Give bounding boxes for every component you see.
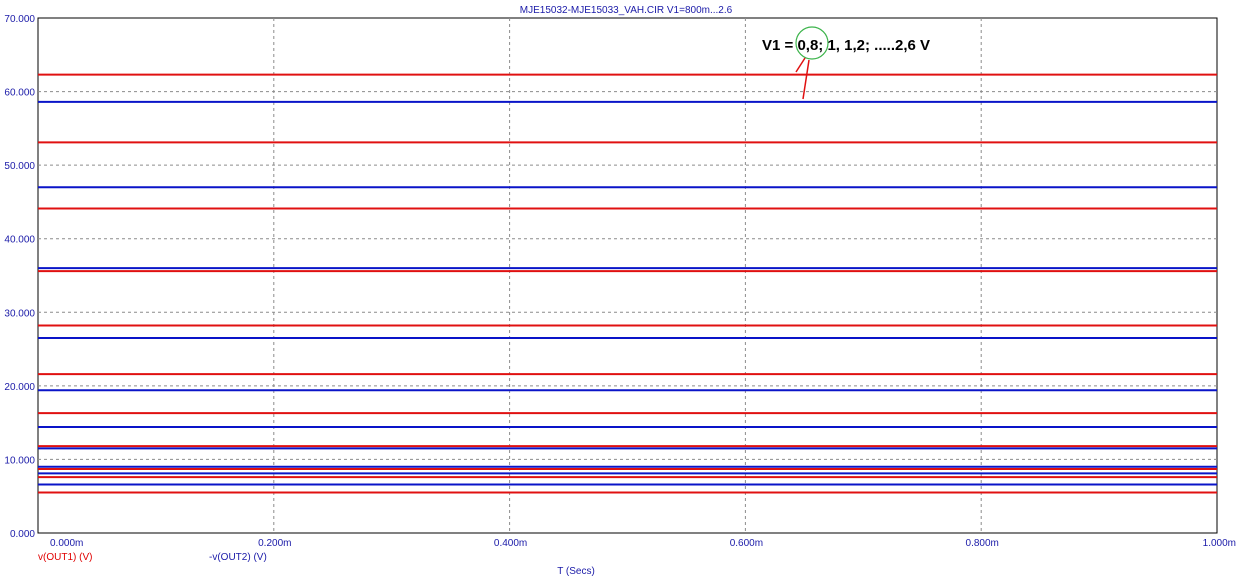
y-tick-label: 60.000	[4, 88, 35, 99]
chart-title: MJE15032-MJE15033_VAH.CIR V1=800m...2.6	[520, 5, 733, 16]
x-tick-label: 0.600m	[730, 538, 763, 549]
y-tick-label: 0.000	[10, 529, 35, 540]
x-tick-label: 0.400m	[494, 538, 527, 549]
annotation: V1 = 0,8; 1, 1,2; .....2,6 V	[762, 26, 930, 100]
x-tick-label: 0.800m	[966, 538, 999, 549]
annotation-pointer-red	[795, 57, 806, 73]
annotation-pointer-blue	[802, 59, 810, 100]
plot-frame	[37, 17, 1218, 534]
x-tick-label: 0.000m	[50, 538, 83, 549]
y-tick-label: 40.000	[4, 235, 35, 246]
annotation-text: V1 = 0,8; 1, 1,2; .....2,6 V	[762, 37, 930, 54]
y-tick-label: 20.000	[4, 382, 35, 393]
legend-series-2: -v(OUT2) (V)	[209, 552, 267, 563]
y-tick-label: 70.000	[4, 14, 35, 25]
legend-series-1: v(OUT1) (V)	[38, 552, 92, 563]
chart-svg: 0.000 10.000 20.000 30.000 40.000 50.000 60.00…	[4, 5, 1236, 577]
x-axis-label: T (Secs)	[557, 566, 595, 577]
chart-series	[38, 73, 1217, 494]
x-tick-label: 1.000m	[1203, 538, 1236, 549]
chart-grid	[37, 17, 1218, 534]
y-tick-label: 50.000	[4, 161, 35, 172]
y-tick-label: 30.000	[4, 308, 35, 319]
y-tick-label: 10.000	[4, 455, 35, 466]
x-tick-label: 0.200m	[258, 538, 291, 549]
